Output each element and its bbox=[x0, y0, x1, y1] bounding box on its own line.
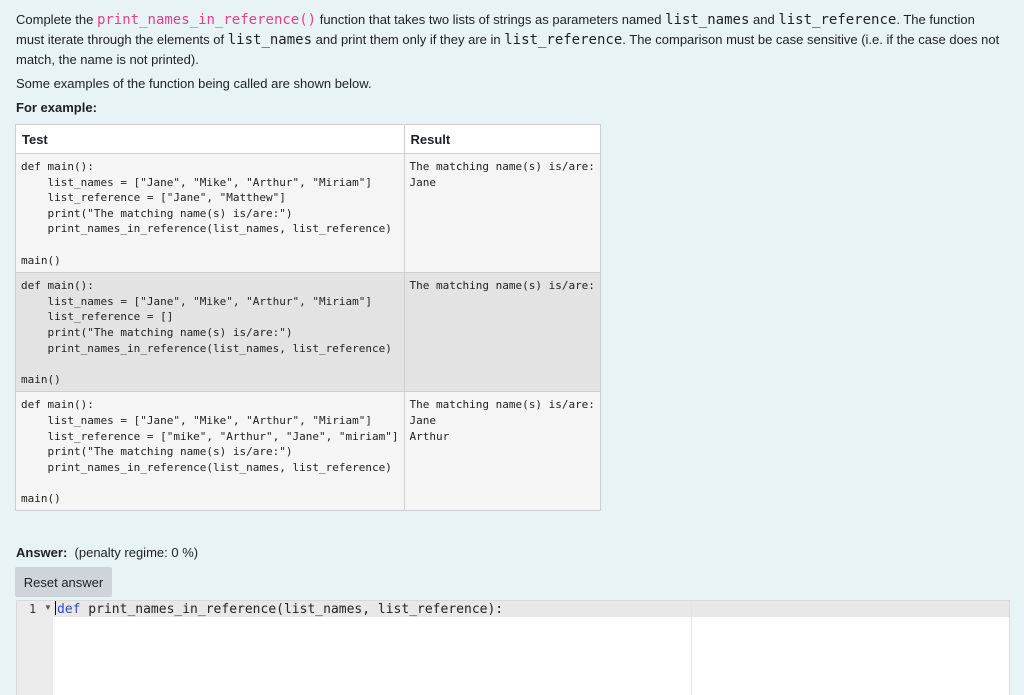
function-name-code: print_names_in_reference() bbox=[96, 12, 317, 28]
print-margin bbox=[691, 601, 692, 695]
header-result: Result bbox=[403, 124, 601, 154]
table-header-row: Test Result bbox=[15, 124, 601, 154]
result-cell: The matching name(s) is/are: Jane Arthur bbox=[403, 391, 601, 512]
line-number: 1 bbox=[29, 602, 37, 616]
reset-answer-button[interactable]: Reset answer bbox=[15, 567, 112, 597]
for-example-heading: For example: bbox=[16, 100, 97, 115]
answer-heading: Answer: (penalty regime: 0 %) bbox=[16, 545, 198, 560]
code-editor[interactable]: 1 ▼ def print_names_in_reference(list_na… bbox=[16, 600, 1010, 695]
param-list-names-code: list_names bbox=[665, 12, 750, 28]
table-row: def main(): list_names = ["Jane", "Mike"… bbox=[15, 152, 601, 274]
examples-lead-text: Some examples of the function being call… bbox=[16, 76, 372, 91]
test-cell: def main(): list_names = ["Jane", "Mike"… bbox=[15, 272, 405, 393]
code-text: print_names_in_reference(list_names, lis… bbox=[80, 602, 504, 617]
code-line-1[interactable]: def print_names_in_reference(list_names,… bbox=[55, 601, 503, 618]
param-list-reference-code: list_reference bbox=[778, 12, 897, 28]
question-text: Complete the print_names_in_reference() … bbox=[16, 10, 1006, 70]
result-cell: The matching name(s) is/are: bbox=[403, 272, 601, 393]
penalty-regime: (penalty regime: 0 %) bbox=[74, 545, 199, 560]
test-cell: def main(): list_names = ["Jane", "Mike"… bbox=[15, 391, 405, 512]
table-row: def main(): list_names = ["Jane", "Mike"… bbox=[15, 391, 601, 512]
param-list-reference-code-2: list_reference bbox=[504, 32, 623, 48]
text-cursor bbox=[55, 601, 56, 615]
result-cell: The matching name(s) is/are: Jane bbox=[403, 152, 601, 274]
fold-arrow-icon[interactable]: ▼ bbox=[44, 603, 52, 612]
answer-label: Answer: bbox=[16, 545, 68, 560]
header-test: Test bbox=[15, 124, 405, 154]
question-paragraph: Complete the print_names_in_reference() … bbox=[16, 12, 1000, 67]
table-row: def main(): list_names = ["Jane", "Mike"… bbox=[15, 272, 601, 393]
test-cell: def main(): list_names = ["Jane", "Mike"… bbox=[15, 152, 405, 274]
keyword-def: def bbox=[57, 602, 81, 617]
examples-table: Test Result def main(): list_names = ["J… bbox=[15, 124, 601, 512]
param-list-names-code-2: list_names bbox=[227, 32, 313, 48]
